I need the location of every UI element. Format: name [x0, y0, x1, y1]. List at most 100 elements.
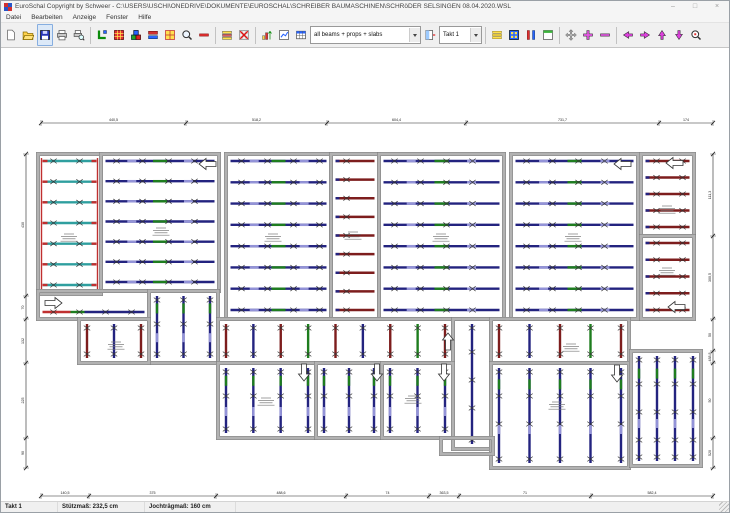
view-filter-combobox[interactable]: all beams + props + slabs: [310, 26, 421, 44]
plan-window-icon: [508, 29, 520, 41]
svg-text:488,8: 488,8: [708, 353, 712, 362]
room-a2: [99, 152, 220, 292]
zoom-button[interactable]: [179, 24, 195, 46]
svg-text:140,5: 140,5: [61, 491, 70, 495]
zoom-in-icon: [582, 29, 594, 41]
delete-raster-button[interactable]: [236, 24, 252, 46]
band-m2: [216, 317, 454, 364]
chevron-down-icon: [474, 34, 478, 37]
svg-text:50: 50: [708, 333, 712, 337]
toolbar-separator: [485, 27, 486, 44]
props-button[interactable]: [523, 24, 539, 46]
wing-b: [314, 361, 383, 439]
takt-dropdown[interactable]: [470, 28, 481, 42]
menu-item-fenster[interactable]: Fenster: [101, 14, 133, 21]
pan-up-icon: [656, 29, 668, 41]
plan-window-button[interactable]: [506, 24, 522, 46]
resize-grip[interactable]: [719, 502, 729, 512]
chevron-down-icon: [413, 34, 417, 37]
print-preview-icon: [73, 29, 85, 41]
svg-text:375: 375: [150, 491, 156, 495]
titlebar: EuroSchal Copyright by Schweer - C:\USER…: [1, 1, 729, 12]
list-icon: [221, 29, 233, 41]
menu-item-bearbeiten[interactable]: Bearbeiten: [26, 14, 67, 21]
menu-item-anzeige[interactable]: Anzeige: [68, 14, 102, 21]
drawing-canvas[interactable]: 440,5518,2604,4731,7174140,5375488,67436…: [1, 48, 729, 501]
raster-button[interactable]: [162, 24, 178, 46]
status-filler: [236, 502, 719, 512]
svg-text:440,5: 440,5: [109, 118, 118, 122]
band-m3: [489, 317, 630, 364]
room-annotation: [258, 398, 275, 405]
pan-left-button[interactable]: [620, 24, 636, 46]
pan-right-button[interactable]: [637, 24, 653, 46]
room-f2: [639, 234, 695, 320]
zoom-out-button[interactable]: [597, 24, 613, 46]
list-button[interactable]: [219, 24, 235, 46]
print-icon: [56, 29, 68, 41]
takt-view-button[interactable]: [422, 24, 438, 46]
view-filter-dropdown[interactable]: [409, 28, 420, 42]
red-dash-button[interactable]: [196, 24, 212, 46]
dimension-chain-right: 111,3300,550488,850520: [708, 152, 716, 470]
save-icon: [39, 29, 51, 41]
pan-down-button[interactable]: [671, 24, 687, 46]
svg-text:225: 225: [21, 398, 25, 404]
svg-text:520: 520: [708, 450, 712, 456]
room-annotation: [565, 234, 582, 241]
pan-button[interactable]: [563, 24, 579, 46]
menu-item-hilfe[interactable]: Hilfe: [133, 14, 156, 21]
beams-button[interactable]: [145, 24, 161, 46]
svg-text:70: 70: [21, 306, 25, 310]
pour-direction-arrow: [45, 298, 62, 309]
maximize-button[interactable]: □: [690, 1, 700, 12]
room-annotation: [265, 234, 282, 241]
toolbar: all beams + props + slabs Takt 1: [1, 23, 729, 48]
formwork-plan: 440,5518,2604,4731,7174140,5375488,67436…: [1, 48, 729, 501]
table-button[interactable]: [293, 24, 309, 46]
zoom-window-button[interactable]: [688, 24, 704, 46]
beams-icon: [147, 29, 159, 41]
red-dash-icon: [198, 29, 210, 41]
menubar: DateiBearbeitenAnzeigeFensterHilfe: [1, 12, 729, 23]
toolbar-separator: [559, 27, 560, 44]
new-window-button[interactable]: [540, 24, 556, 46]
new-file-button[interactable]: [3, 24, 19, 46]
app-icon: [4, 3, 12, 11]
takt-view-icon: [424, 29, 436, 41]
pan-up-button[interactable]: [654, 24, 670, 46]
formwork-button[interactable]: [128, 24, 144, 46]
print-preview-button[interactable]: [71, 24, 87, 46]
dimension-chain-top: 440,5518,2604,4731,7174: [39, 118, 715, 126]
toolbar-separator: [90, 27, 91, 44]
menu-item-datei[interactable]: Datei: [1, 14, 26, 21]
close-button[interactable]: ×: [712, 1, 722, 12]
slab-button[interactable]: [111, 24, 127, 46]
corridor-tall: [451, 317, 492, 450]
window-title: EuroSchal Copyright by Schweer - C:\USER…: [15, 3, 511, 10]
layers-icon: [491, 29, 503, 41]
takt-combobox[interactable]: Takt 1: [439, 26, 482, 44]
save-button[interactable]: [37, 24, 53, 46]
band-m1: [77, 317, 150, 364]
zoom-in-button[interactable]: [580, 24, 596, 46]
stats-button[interactable]: [276, 24, 292, 46]
svg-text:174: 174: [683, 118, 689, 122]
svg-text:582,4: 582,4: [648, 491, 657, 495]
layers-button[interactable]: [489, 24, 505, 46]
room-a-teal: [36, 152, 102, 295]
open-button[interactable]: [20, 24, 36, 46]
svg-text:90: 90: [21, 451, 25, 455]
room-f1: [639, 152, 695, 237]
chart-icon: [261, 29, 273, 41]
chart-button[interactable]: [259, 24, 275, 46]
walls-button[interactable]: [94, 24, 110, 46]
delete-raster-icon: [238, 29, 250, 41]
dimension-chain-left: 4307013222590: [21, 152, 29, 470]
svg-text:300,5: 300,5: [708, 273, 712, 282]
print-button[interactable]: [54, 24, 70, 46]
minimize-button[interactable]: –: [668, 1, 678, 12]
toolbar-separator: [255, 27, 256, 44]
pan-right-icon: [639, 29, 651, 41]
svg-text:731,7: 731,7: [558, 118, 567, 122]
